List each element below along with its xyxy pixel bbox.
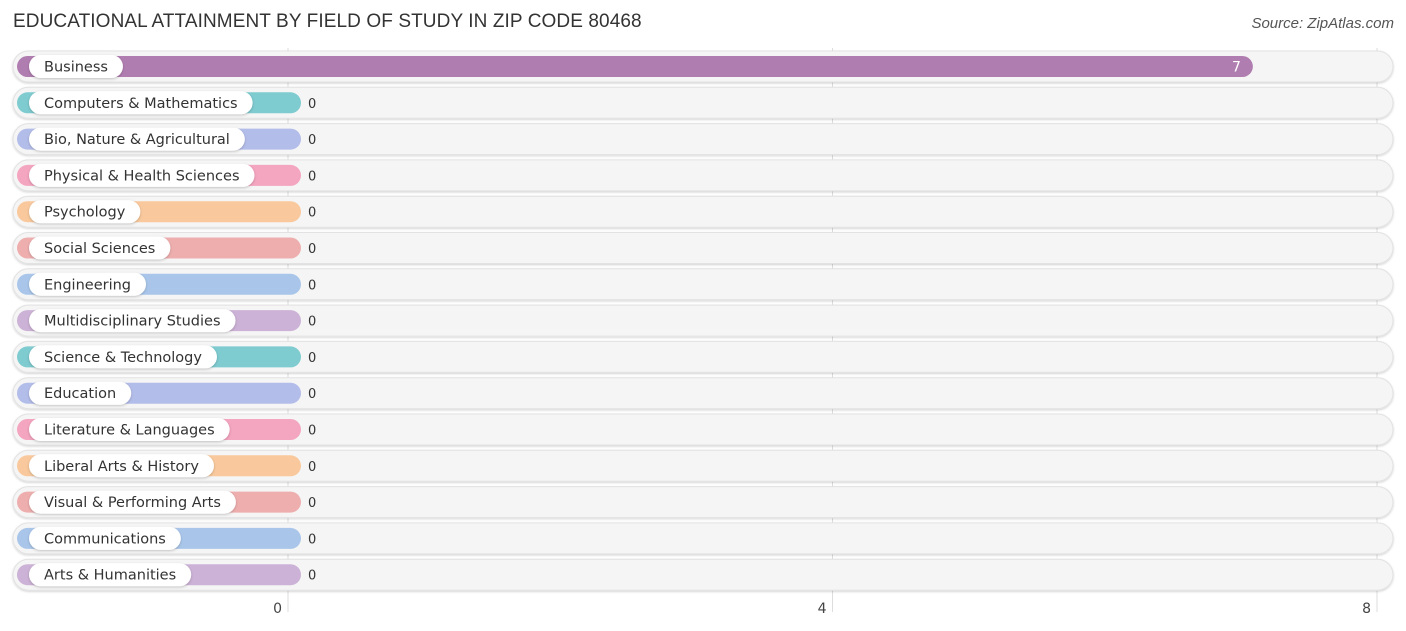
bar-row: Communications 0	[12, 522, 1394, 555]
value-label: 0	[308, 460, 316, 475]
value-label: 0	[308, 315, 316, 330]
bar-chart: Business 7Computers & Mathematics 0Bio, Na…	[12, 48, 1394, 617]
category-label: Science & Technology	[44, 350, 202, 366]
value-label: 0	[308, 496, 316, 511]
value-label: 0	[308, 569, 316, 584]
value-label: 0	[308, 532, 316, 547]
bar-row: Science & Technology 0	[12, 340, 1394, 373]
value-label: 7	[1232, 60, 1241, 76]
bar-row: Education 0	[12, 377, 1394, 410]
category-label: Business	[44, 60, 108, 76]
category-label: Social Sciences	[44, 241, 155, 257]
bar-row: Social Sciences 0	[12, 232, 1394, 264]
bar-row: Bio, Nature & Agricultural 0	[12, 123, 1394, 156]
category-label: Bio, Nature & Agricultural	[44, 132, 230, 148]
category-label: Computers & Mathematics	[44, 96, 238, 112]
category-label: Literature & Languages	[44, 423, 215, 439]
category-label: Arts & Humanities	[44, 568, 176, 584]
value-label: 0	[308, 97, 316, 112]
bar-row: Multidisciplinary Studies 0	[12, 304, 1394, 337]
x-tick-label: 4	[818, 601, 827, 617]
bar-row: Computers & Mathematics 0	[12, 86, 1394, 119]
category-label: Liberal Arts & History	[44, 459, 199, 475]
value-label: 0	[308, 133, 316, 148]
bar-row: Literature & Languages 0	[12, 413, 1394, 446]
category-label: Communications	[44, 531, 166, 547]
category-label: Psychology	[44, 205, 126, 221]
value-label: 0	[308, 387, 316, 402]
category-label: Multidisciplinary Studies	[44, 314, 221, 330]
bar-row: Physical & Health Sciences 0	[12, 159, 1394, 192]
value-label: 0	[308, 206, 316, 221]
value-label: 0	[308, 169, 316, 184]
category-label: Education	[44, 386, 116, 402]
x-tick-label: 0	[273, 601, 282, 617]
value-label: 0	[308, 424, 316, 439]
bar-row: Arts & Humanities 0	[12, 558, 1394, 591]
bar	[17, 56, 1253, 77]
category-label: Engineering	[44, 277, 131, 293]
category-label: Visual & Performing Arts	[44, 495, 221, 511]
value-label: 0	[308, 242, 316, 257]
value-label: 0	[308, 351, 316, 366]
x-tick-label: 8	[1362, 601, 1371, 617]
bar-row: Psychology 0	[12, 195, 1394, 228]
value-label: 0	[308, 278, 316, 293]
bar-row: Visual & Performing Arts 0	[12, 486, 1394, 519]
category-label: Physical & Health Sciences	[44, 168, 240, 184]
bar-row: Business 7	[12, 50, 1394, 83]
bar-row: Engineering 0	[12, 268, 1394, 301]
bar-row: Liberal Arts & History 0	[12, 449, 1394, 482]
